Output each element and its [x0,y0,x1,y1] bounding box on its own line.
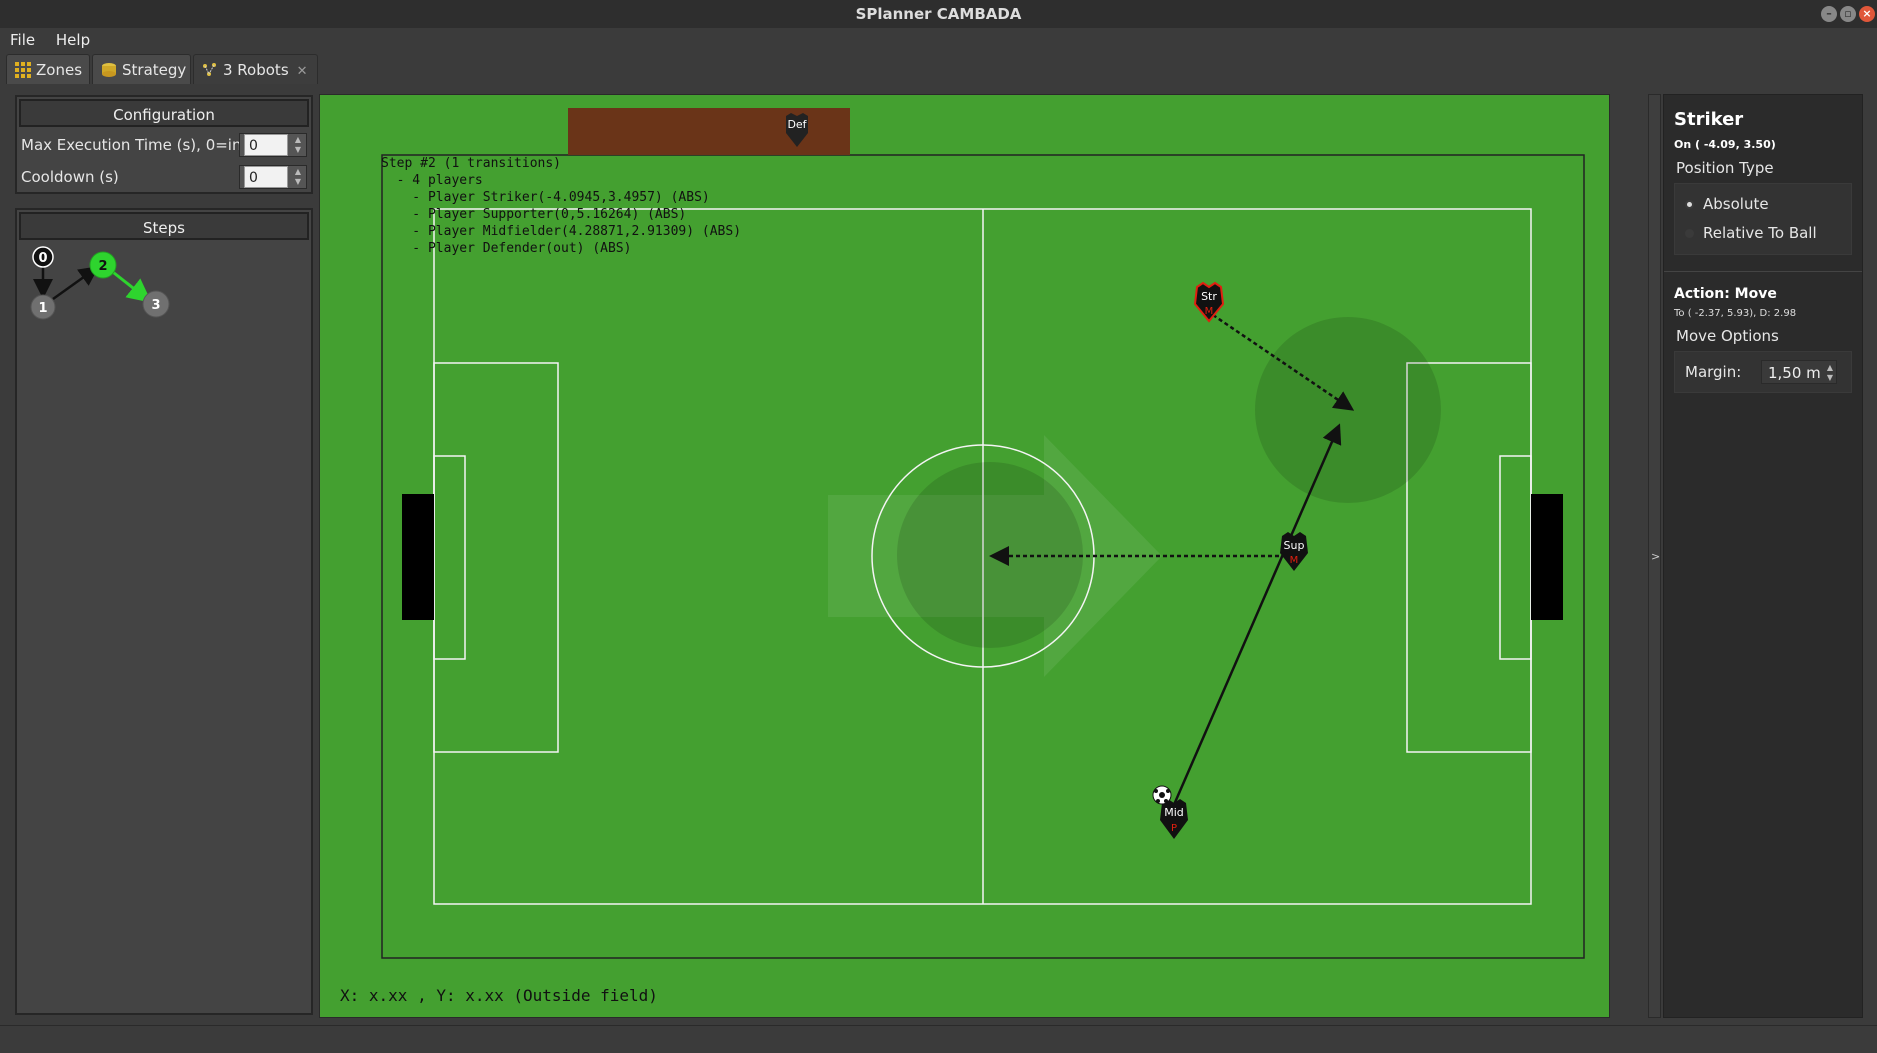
window-titlebar: SPlanner CAMBADA – ▫ × [0,0,1877,28]
maximize-button[interactable]: ▫ [1840,6,1856,22]
tab-zones[interactable]: Zones [6,54,90,84]
radio-label: Absolute [1703,195,1769,213]
zone-circle-right [1255,317,1441,503]
action-detail: To ( -2.37, 5.93), D: 2.98 [1674,308,1797,319]
step-edge-1-2 [52,266,100,301]
move-options-group: Margin: 1,50 m ▲ ▼ [1674,351,1852,393]
ball-icon[interactable] [1152,785,1172,805]
tab-label: 3 Robots [223,61,289,79]
menu-bar: File Help [0,28,1877,52]
left-panel: Configuration Max Execution Time (s), 0=… [15,95,313,1015]
tab-label: Strategy [122,61,187,79]
radio-unselected-icon[interactable] [1685,229,1694,238]
tab-3-robots[interactable]: 3 Robots ✕ [193,54,318,84]
max-execution-time-row: Max Execution Time (s), 0=inf 0 ▲ ▼ [17,129,311,161]
player-badge: M [1205,306,1214,317]
tab-bar: Zones Strategy 3 Robots ✕ [0,54,1877,84]
player-striker[interactable]: Str M [1193,281,1225,323]
step-node-3[interactable]: 3 [142,290,170,318]
midfielder-pass-line [1171,423,1342,808]
player-badge: M [1290,555,1299,566]
menu-help[interactable]: Help [46,28,96,52]
configuration-title: Configuration [19,99,309,127]
step-node-label: 0 [38,251,47,266]
inspector-title: Striker [1674,109,1744,130]
position-type-label: Position Type [1676,159,1774,177]
field-view[interactable]: Def Str M Sup M Mid P Step #2 (1 transit… [319,94,1610,1018]
robots-icon [202,58,218,76]
player-label: Def [787,118,807,131]
status-bar [0,1025,1877,1053]
steps-title: Steps [19,212,309,240]
position-type-group: Absolute Relative To Ball [1674,183,1852,255]
steps-graph[interactable]: 0 1 2 3 [17,244,311,364]
max-execution-time-label: Max Execution Time (s), 0=inf [21,136,247,154]
cooldown-input[interactable]: 0 [244,166,288,188]
chevron-right-icon: > [1651,550,1661,563]
window-title: SPlanner CAMBADA [855,5,1022,23]
margin-row: Margin: 1,50 m ▲ ▼ [1683,358,1843,386]
minimize-button[interactable]: – [1821,6,1837,22]
close-window-button[interactable]: × [1859,6,1875,22]
cooldown-label: Cooldown (s) [21,168,119,186]
cursor-coordinates: X: x.xx , Y: x.xx (Outside field) [340,986,658,1005]
tab-label: Zones [36,61,83,79]
step-node-label: 3 [151,298,160,313]
grid-icon [15,58,31,78]
player-midfielder[interactable]: Mid P [1160,799,1188,839]
margin-label: Margin: [1685,363,1742,381]
step-node-1[interactable]: 1 [30,294,56,320]
margin-spinbox[interactable]: 1,50 m ▲ ▼ [1761,360,1837,384]
step-info-text: Step #2 (1 transitions) - 4 players - Pl… [381,156,742,256]
cooldown-spinbox[interactable]: 0 ▲ ▼ [239,165,307,189]
max-execution-time-spinbox[interactable]: 0 ▲ ▼ [239,133,307,157]
player-label: Mid [1164,806,1184,819]
player-label: Sup [1284,539,1305,552]
step-edge-2-3 [108,267,152,303]
menu-file[interactable]: File [0,28,41,52]
player-badge: P [1171,823,1177,834]
divider [1664,271,1862,272]
step-node-label: 2 [98,259,107,274]
tab-strategy[interactable]: Strategy [92,54,191,84]
player-supporter[interactable]: Sup M [1280,532,1308,571]
radio-absolute[interactable]: Absolute [1683,190,1843,219]
right-goal [1531,494,1563,620]
max-execution-time-input[interactable]: 0 [244,134,288,156]
steps-group: Steps 0 1 2 3 [15,208,313,1015]
player-position: On ( -4.09, 3.50) [1674,138,1776,151]
configuration-group: Configuration Max Execution Time (s), 0=… [15,95,313,194]
player-label: Str [1201,290,1217,303]
zone-circle-center [897,462,1083,648]
radio-relative-to-ball[interactable]: Relative To Ball [1683,219,1843,248]
spin-arrows-icon[interactable]: ▲ ▼ [292,135,304,155]
step-node-label: 1 [38,301,47,316]
margin-value[interactable]: 1,50 m [1768,364,1821,382]
close-icon[interactable]: ✕ [297,64,308,79]
move-options-label: Move Options [1676,327,1779,345]
cooldown-row: Cooldown (s) 0 ▲ ▼ [17,161,311,193]
left-goal [402,494,434,620]
radio-selected-icon[interactable] [1685,200,1694,209]
action-label: Action: Move [1674,286,1777,302]
spin-arrows-icon[interactable]: ▲ ▼ [292,167,304,187]
coins-icon [101,58,117,77]
panel-collapse-handle[interactable]: > [1648,94,1661,1018]
spin-arrows-icon[interactable]: ▲ ▼ [1827,363,1833,383]
inspector-panel: Striker On ( -4.09, 3.50) Position Type … [1663,94,1863,1018]
radio-label: Relative To Ball [1703,224,1817,242]
step-node-2[interactable]: 2 [89,251,117,279]
step-node-0[interactable]: 0 [32,246,54,268]
